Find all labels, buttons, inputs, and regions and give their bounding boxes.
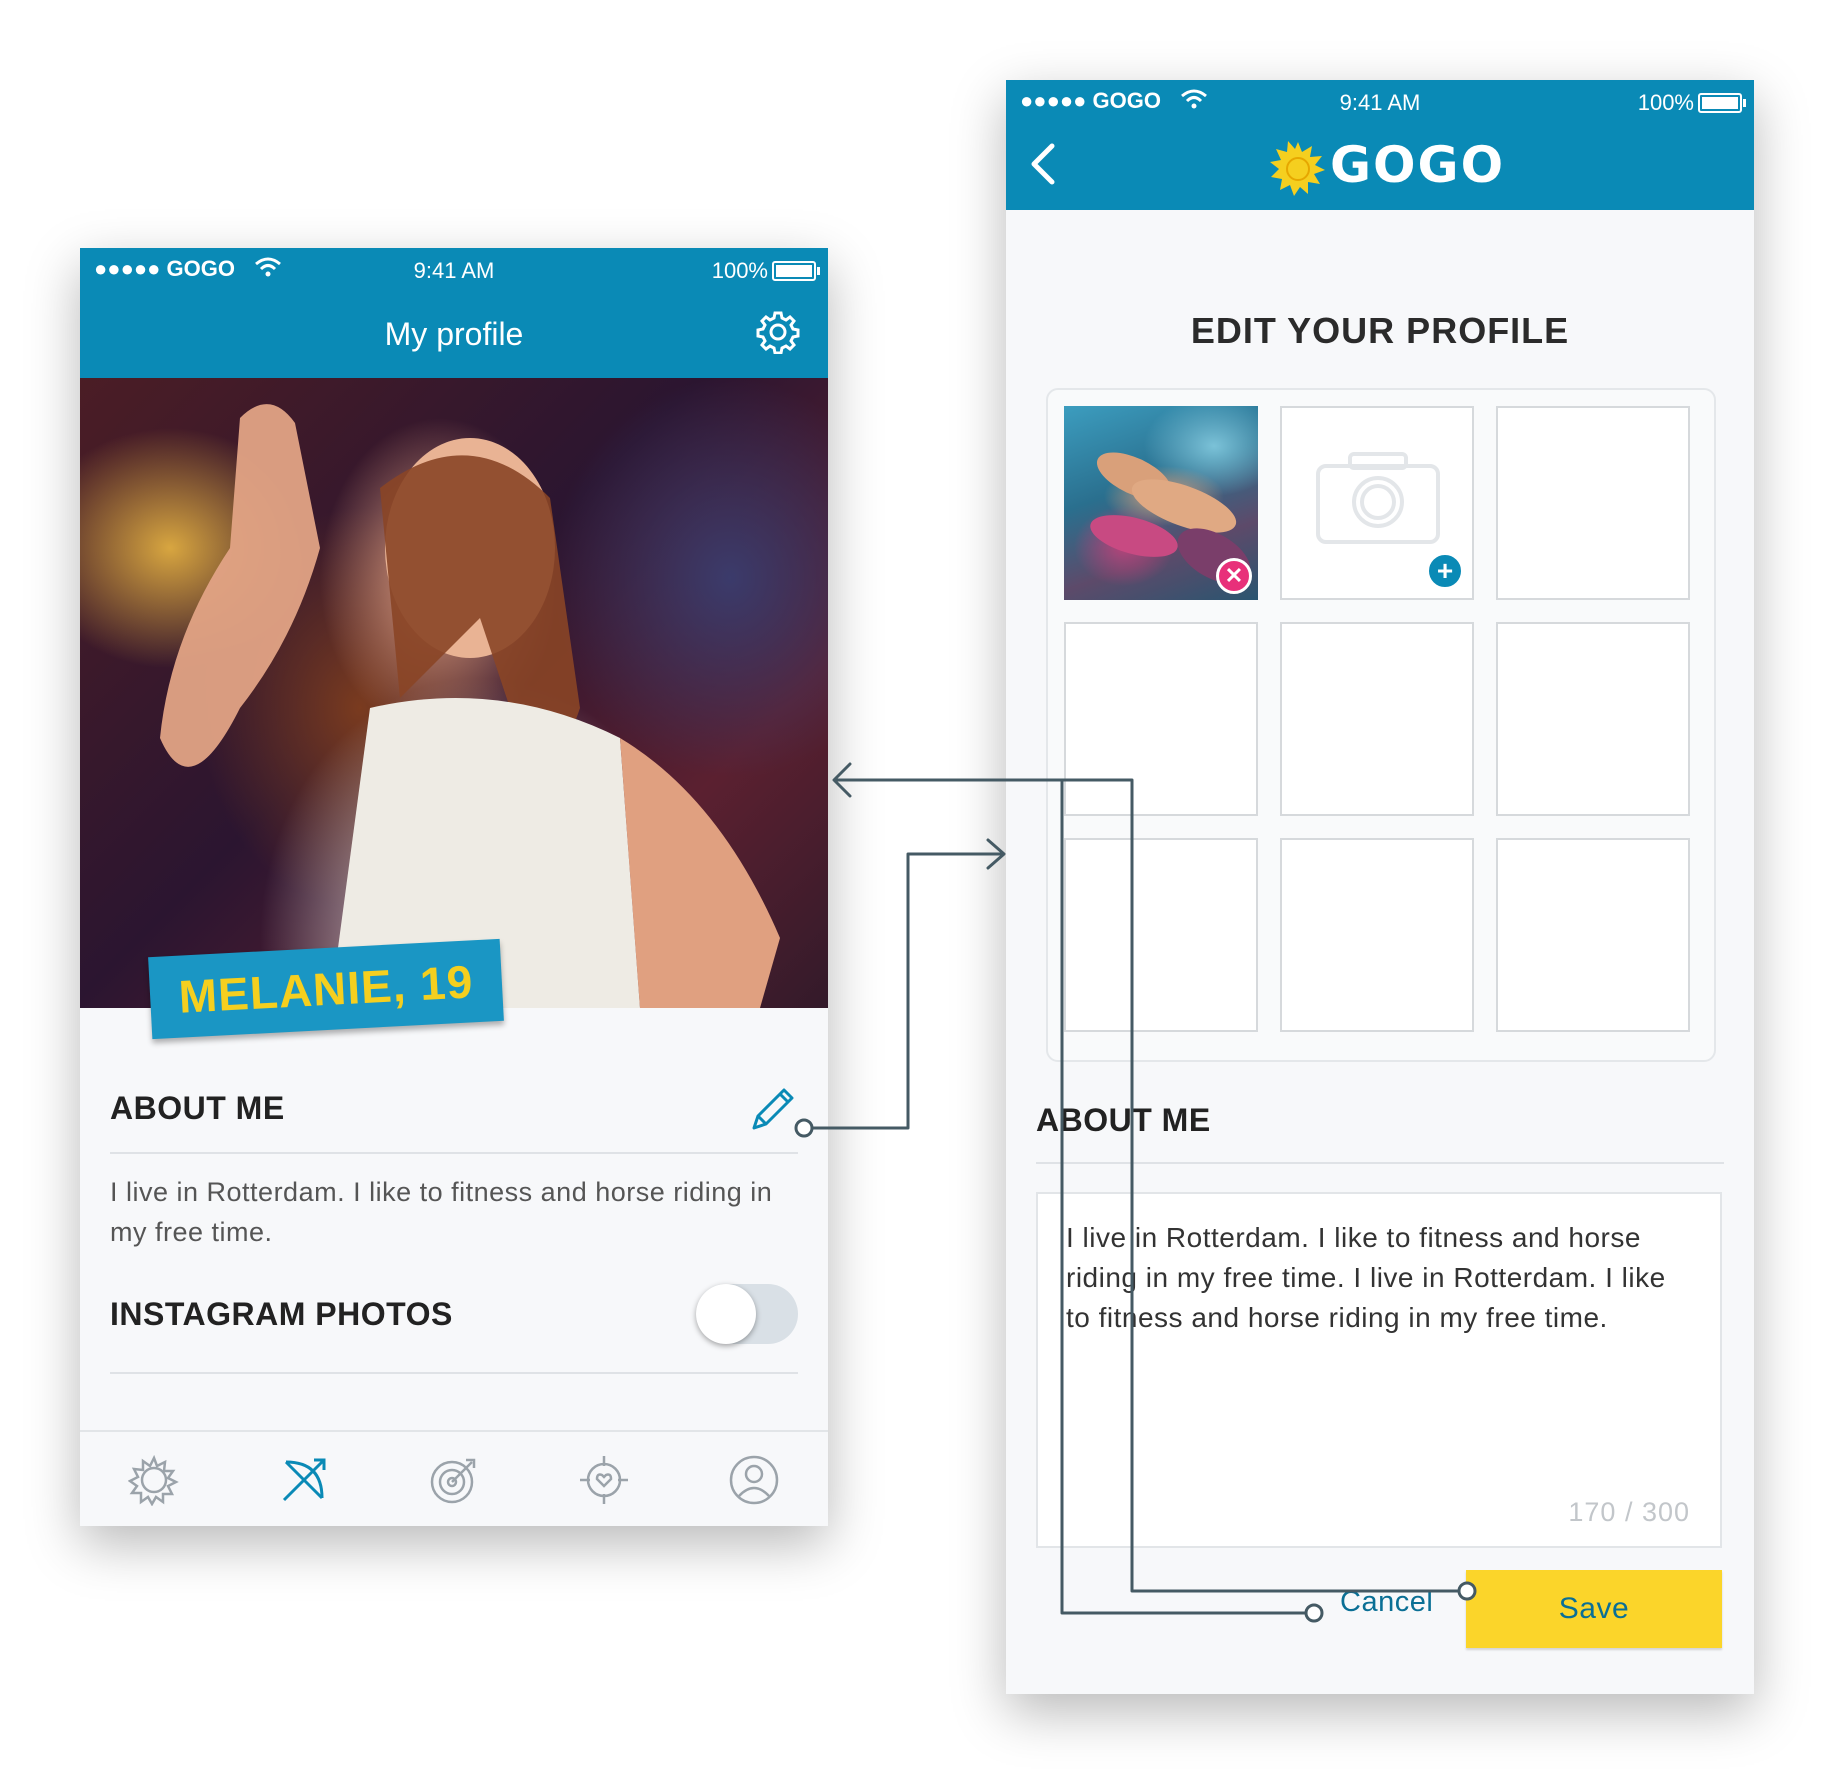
battery-percent: 100%: [711, 258, 768, 283]
char-counter: 170 / 300: [1568, 1497, 1690, 1527]
battery-percent: 100%: [1637, 90, 1694, 115]
instagram-toggle[interactable]: [696, 1284, 798, 1344]
edit-header: ●●●●● GOGO 9:41 AM 100% GOGO: [1006, 80, 1754, 210]
divider: [110, 1152, 798, 1154]
target-icon[interactable]: [428, 1454, 480, 1506]
remove-photo-button[interactable]: ✕: [1216, 558, 1252, 594]
photo-slot-empty[interactable]: [1064, 622, 1258, 816]
about-me-heading: ABOUT ME: [110, 1090, 285, 1126]
battery-icon: [1698, 93, 1746, 113]
photo-slot-empty[interactable]: [1496, 838, 1690, 1032]
camera-icon: [1316, 452, 1440, 544]
profile-photo[interactable]: [80, 378, 828, 1008]
photo-slot-empty[interactable]: [1280, 622, 1474, 816]
gear-icon[interactable]: [756, 310, 800, 354]
photo-slot-filled[interactable]: ✕: [1064, 406, 1258, 600]
edit-profile-heading: EDIT YOUR PROFILE: [1190, 310, 1570, 351]
name-tag: MELANIE, 19: [148, 938, 504, 1040]
sun-icon[interactable]: [128, 1454, 180, 1506]
about-me-heading: ABOUT ME: [1036, 1102, 1211, 1138]
gogo-sun-logo-icon: [1270, 141, 1325, 196]
photo-slot-empty[interactable]: [1064, 838, 1258, 1032]
name-age-label: MELANIE, 19: [177, 955, 475, 1023]
profile-photo-figure: [160, 404, 780, 1008]
cancel-button[interactable]: Cancel: [1340, 1586, 1433, 1619]
back-chevron-icon[interactable]: [1028, 142, 1060, 186]
photo-slot-empty[interactable]: [1496, 406, 1690, 600]
add-photo-button[interactable]: +: [1426, 552, 1464, 590]
status-bar: ●●●●● GOGO 9:41 AM 100%: [80, 248, 828, 292]
photo-slot-empty[interactable]: [1280, 838, 1474, 1032]
gogo-logo-text: GOGO: [1330, 136, 1506, 194]
about-me-text[interactable]: I live in Rotterdam. I like to fitness a…: [1066, 1218, 1692, 1338]
photo-grid: ✕ +: [1046, 388, 1716, 1062]
crosshair-heart-icon[interactable]: [578, 1454, 630, 1506]
page-title: My profile: [384, 316, 524, 352]
pencil-icon[interactable]: [746, 1084, 798, 1136]
divider: [110, 1372, 798, 1374]
edit-flow-line: [802, 852, 1004, 1130]
about-me-text: I live in Rotterdam. I like to fitness a…: [110, 1177, 773, 1247]
save-button[interactable]: Save: [1466, 1570, 1722, 1648]
toggle-knob[interactable]: [696, 1284, 756, 1344]
photo-slot-empty[interactable]: [1496, 622, 1690, 816]
profile-screen: ●●●●● GOGO 9:41 AM 100% My profile MELAN…: [80, 248, 828, 1526]
photo-slot-add[interactable]: +: [1280, 406, 1474, 600]
user-icon[interactable]: [728, 1454, 780, 1506]
status-bar: ●●●●● GOGO 9:41 AM 100%: [1006, 80, 1754, 124]
edit-flow-arrowhead: [986, 838, 1006, 870]
edit-profile-screen: ●●●●● GOGO 9:41 AM 100% GOGO EDIT YOUR P…: [1006, 80, 1754, 1694]
bow-arrow-icon[interactable]: [278, 1454, 330, 1506]
divider: [1036, 1162, 1724, 1164]
instagram-heading: INSTAGRAM PHOTOS: [110, 1296, 453, 1332]
battery-icon: [772, 261, 820, 281]
return-flow-arrowhead: [832, 762, 852, 798]
tab-bar: [80, 1430, 828, 1526]
about-me-textarea[interactable]: I live in Rotterdam. I like to fitness a…: [1036, 1192, 1722, 1548]
profile-header: ●●●●● GOGO 9:41 AM 100% My profile: [80, 248, 828, 378]
